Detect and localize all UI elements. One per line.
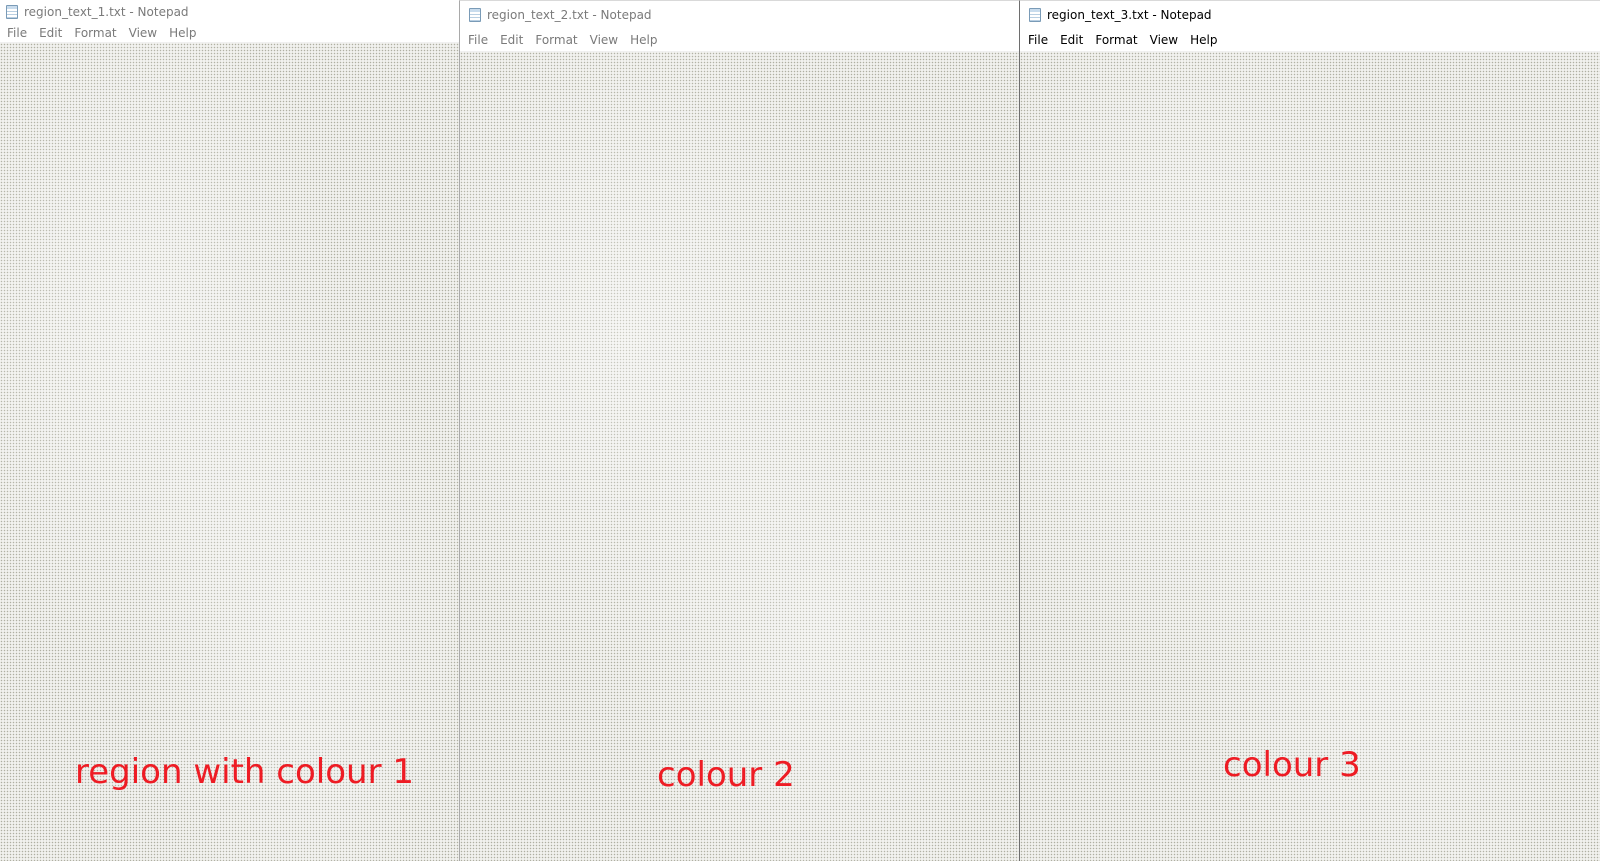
- text-editor-area[interactable]: [460, 51, 1020, 861]
- menu-view[interactable]: View: [585, 33, 623, 47]
- menu-file[interactable]: File: [2, 26, 32, 40]
- menu-help[interactable]: Help: [625, 33, 662, 47]
- notepad-icon[interactable]: [1029, 8, 1041, 22]
- title-bar[interactable]: region_text_1.txt - Notepad: [0, 0, 460, 23]
- menu-help[interactable]: Help: [1185, 33, 1222, 47]
- menu-help[interactable]: Help: [164, 26, 201, 40]
- text-editor-area[interactable]: [1020, 51, 1600, 861]
- menu-view[interactable]: View: [1145, 33, 1183, 47]
- menu-format[interactable]: Format: [1090, 33, 1142, 47]
- title-bar[interactable]: region_text_3.txt - Notepad: [1020, 1, 1600, 29]
- annotation-label-1: region with colour 1: [75, 752, 414, 792]
- notepad-icon[interactable]: [469, 8, 481, 22]
- menu-edit[interactable]: Edit: [495, 33, 528, 47]
- menu-file[interactable]: File: [463, 33, 493, 47]
- menu-bar: File Edit Format View Help: [460, 29, 1020, 51]
- title-bar[interactable]: region_text_2.txt - Notepad: [460, 1, 1020, 29]
- annotation-label-3: colour 3: [1223, 745, 1361, 785]
- window-title: region_text_2.txt - Notepad: [487, 8, 652, 22]
- notepad-window-3[interactable]: region_text_3.txt - Notepad File Edit Fo…: [1019, 0, 1600, 861]
- annotation-label-2: colour 2: [657, 755, 795, 795]
- menu-format[interactable]: Format: [530, 33, 582, 47]
- menu-file[interactable]: File: [1023, 33, 1053, 47]
- window-title: region_text_1.txt - Notepad: [24, 4, 189, 19]
- notepad-window-1[interactable]: region_text_1.txt - Notepad File Edit Fo…: [0, 0, 460, 861]
- notepad-window-2[interactable]: region_text_2.txt - Notepad File Edit Fo…: [459, 0, 1020, 861]
- menu-view[interactable]: View: [124, 26, 162, 40]
- window-title: region_text_3.txt - Notepad: [1047, 8, 1212, 22]
- menu-bar: File Edit Format View Help: [1020, 29, 1600, 51]
- menu-edit[interactable]: Edit: [1055, 33, 1088, 47]
- menu-edit[interactable]: Edit: [34, 26, 67, 40]
- menu-bar: File Edit Format View Help: [0, 23, 460, 42]
- text-editor-area[interactable]: [0, 42, 460, 861]
- menu-format[interactable]: Format: [69, 26, 121, 40]
- notepad-icon[interactable]: [6, 4, 18, 19]
